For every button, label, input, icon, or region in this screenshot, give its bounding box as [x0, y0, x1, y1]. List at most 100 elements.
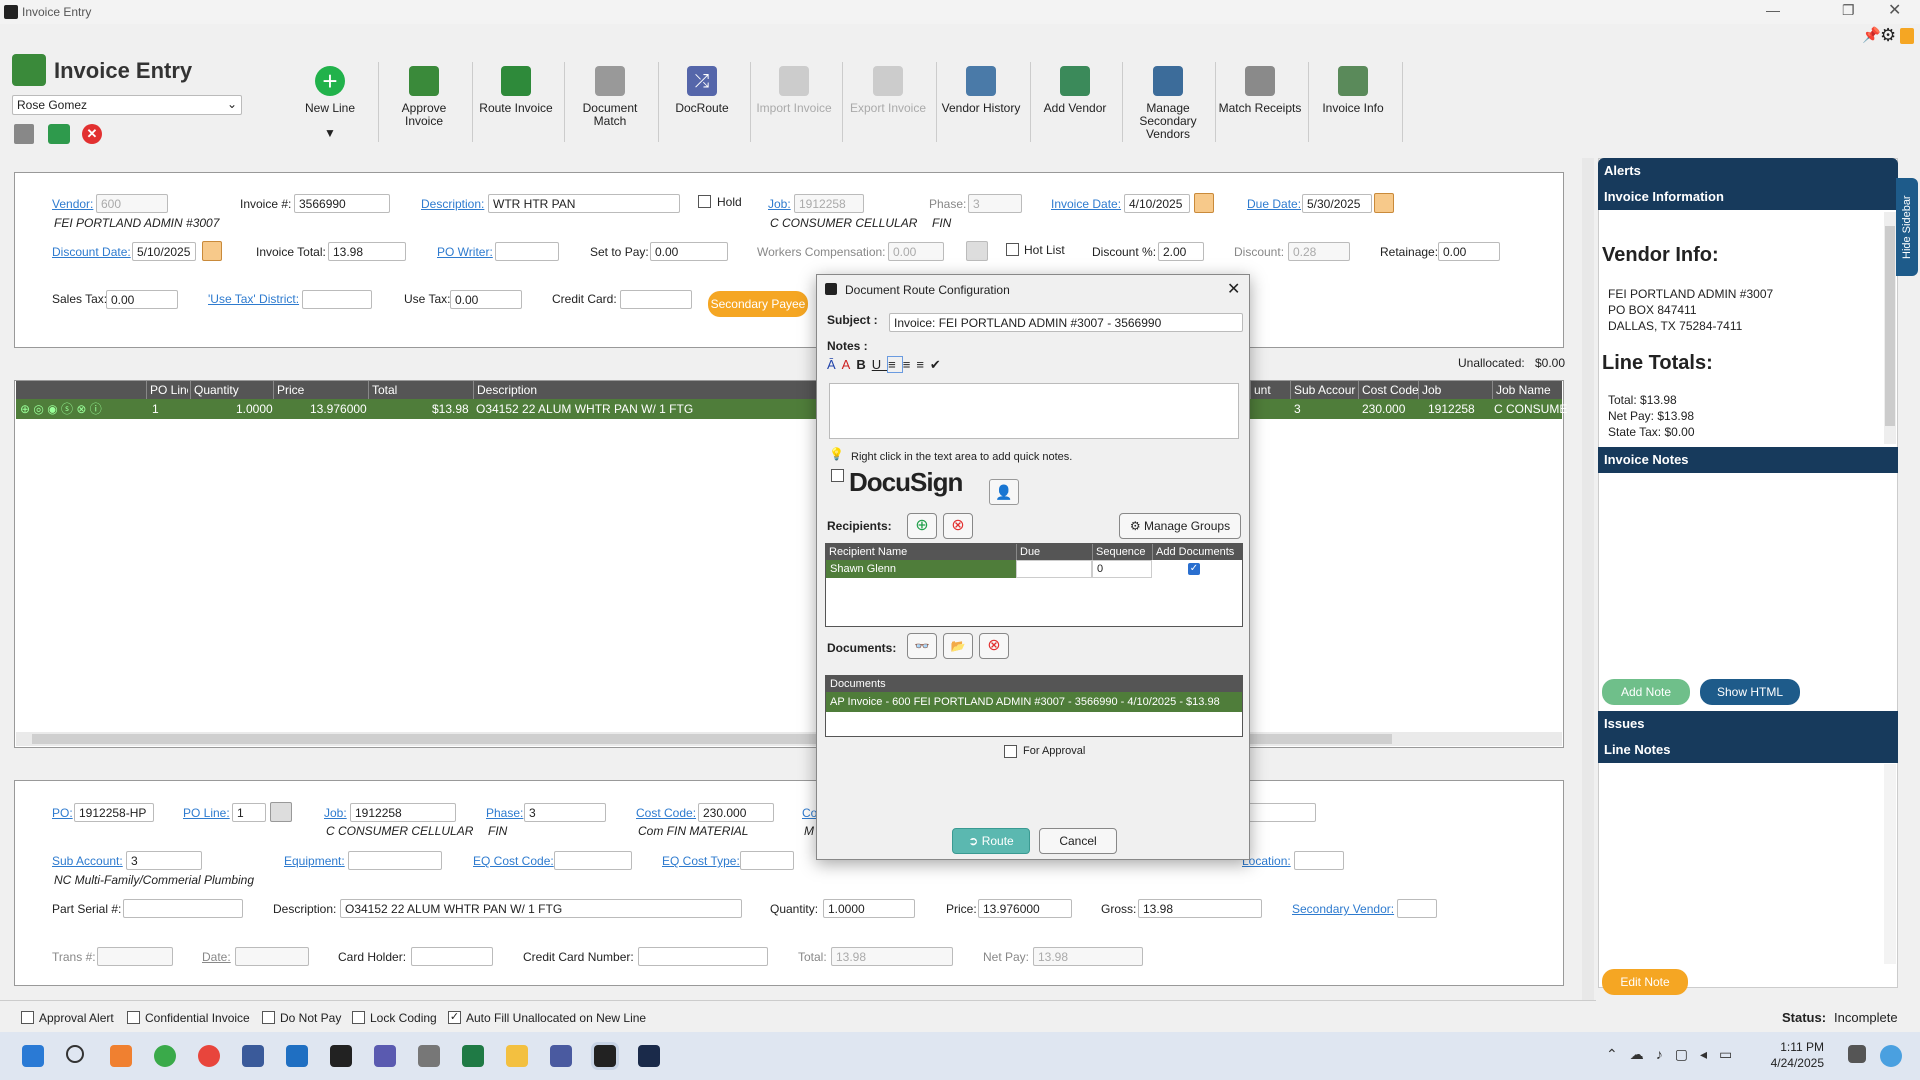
- maximize-icon[interactable]: ❐: [1842, 2, 1855, 19]
- description-input[interactable]: WTR HTR PAN: [488, 194, 680, 213]
- calendar-icon[interactable]: [1194, 193, 1214, 213]
- route-invoice-button[interactable]: Route Invoice: [470, 62, 562, 154]
- line-notes-scrollbar[interactable]: [1884, 764, 1896, 964]
- excel-icon[interactable]: [462, 1045, 484, 1067]
- po-line-label[interactable]: PO Line:: [183, 806, 230, 820]
- recipient-due-cell[interactable]: [1016, 560, 1092, 578]
- recipient-sequence-cell[interactable]: 0: [1092, 560, 1152, 578]
- clock-time[interactable]: 1:11 PM: [1764, 1040, 1824, 1054]
- lookup-icon[interactable]: [270, 802, 292, 822]
- match-receipts-button[interactable]: Match Receipts: [1214, 62, 1306, 154]
- manage-groups-button[interactable]: ⚙ Manage Groups: [1119, 513, 1241, 539]
- price-input[interactable]: 13.976000: [978, 899, 1072, 918]
- quantity-input[interactable]: 1.0000: [823, 899, 915, 918]
- calculator-icon[interactable]: [966, 241, 988, 261]
- minimize-icon[interactable]: —: [1766, 2, 1780, 18]
- po-label[interactable]: PO:: [52, 806, 73, 820]
- hide-sidebar-tab[interactable]: Hide Sidebar: [1896, 178, 1918, 276]
- line-notes-header[interactable]: Line Notes: [1598, 737, 1898, 763]
- job-input[interactable]: 1912258: [794, 194, 864, 213]
- add-documents-checkbox[interactable]: ✓: [1188, 563, 1200, 575]
- detail-job-label[interactable]: Job:: [324, 806, 347, 820]
- secondary-vendor-label[interactable]: Secondary Vendor:: [1292, 902, 1394, 916]
- discount-pct-input[interactable]: 2.00: [1158, 242, 1204, 261]
- chrome-icon[interactable]: [198, 1045, 220, 1067]
- open-folder-button[interactable]: 📂: [943, 633, 973, 659]
- eq-cost-code-input[interactable]: [554, 851, 632, 870]
- due-date-input[interactable]: 5/30/2025: [1302, 194, 1372, 213]
- show-html-button[interactable]: Show HTML: [1700, 679, 1800, 705]
- calculator-icon[interactable]: [418, 1045, 440, 1067]
- add-recipient-button[interactable]: ⊕: [907, 513, 937, 539]
- notes-textarea[interactable]: [829, 383, 1239, 439]
- remove-document-button[interactable]: ⊗: [979, 633, 1009, 659]
- remove-recipient-button[interactable]: ⊗: [943, 513, 973, 539]
- taskbar-app-icon[interactable]: [242, 1045, 264, 1067]
- close-icon[interactable]: ✕: [1227, 279, 1240, 299]
- document-match-button[interactable]: Document Match: [564, 62, 656, 154]
- po-input[interactable]: 1912258-HP: [74, 803, 154, 822]
- description-label[interactable]: Description:: [421, 197, 484, 211]
- eq-cost-type-input[interactable]: [740, 851, 794, 870]
- recipient-name-cell[interactable]: Shawn Glenn: [826, 560, 1016, 578]
- trans-input[interactable]: [97, 947, 173, 966]
- manage-secondary-vendors-button[interactable]: Manage Secondary Vendors: [1122, 62, 1214, 154]
- job-label[interactable]: Job:: [768, 197, 791, 211]
- sidebar-scrollbar[interactable]: [1884, 212, 1896, 444]
- add-vendor-button[interactable]: Add Vendor: [1029, 62, 1121, 154]
- detail-phase-label[interactable]: Phase:: [486, 806, 523, 820]
- approval-alert-checkbox[interactable]: [21, 1011, 34, 1024]
- sales-tax-input[interactable]: 0.00: [106, 290, 178, 309]
- docroute-button[interactable]: ⤮ DocRoute: [656, 62, 748, 154]
- new-line-button[interactable]: + New Line ▼: [284, 62, 376, 154]
- taskbar-app-icon[interactable]: [110, 1045, 132, 1067]
- spellcheck-icon[interactable]: ✔: [930, 357, 947, 372]
- taskbar-app-icon[interactable]: [550, 1045, 572, 1067]
- notification-icon[interactable]: [1848, 1045, 1866, 1063]
- invoice-notes-header[interactable]: Invoice Notes: [1598, 447, 1898, 473]
- col-total[interactable]: Total: [368, 381, 473, 399]
- col-job[interactable]: Job: [1418, 381, 1498, 399]
- cost-code-label[interactable]: Cost Code:: [636, 806, 696, 820]
- pin-icon[interactable]: 📌: [1862, 26, 1881, 44]
- invoice-date-input[interactable]: 4/10/2025: [1124, 194, 1190, 213]
- secondary-payee-button[interactable]: Secondary Payee: [708, 291, 808, 317]
- col-due[interactable]: Due: [1016, 544, 1092, 560]
- cost-code-input[interactable]: 230.000: [698, 803, 774, 822]
- detail-net-pay-input[interactable]: 13.98: [1033, 947, 1143, 966]
- invoice-date-label[interactable]: Invoice Date:: [1051, 197, 1121, 211]
- import-invoice-button[interactable]: Import Invoice: [748, 62, 840, 154]
- date-input[interactable]: [235, 947, 309, 966]
- user-icon[interactable]: 👤: [989, 479, 1019, 505]
- discount-date-label[interactable]: Discount Date:: [52, 245, 131, 259]
- close-icon[interactable]: ✕: [1888, 0, 1901, 20]
- col-description[interactable]: Description: [473, 381, 833, 399]
- main-scrollbar[interactable]: [1582, 158, 1594, 1000]
- col-po-line[interactable]: PO Line: [146, 381, 188, 399]
- table-row[interactable]: ⊕ ◎ ◉ ⓢ ⊗ ⓘ 1 1.0000 13.976000 $13.98 O3…: [16, 399, 1567, 419]
- hold-checkbox[interactable]: [698, 195, 711, 208]
- system-tray-icons[interactable]: ⌃☁♪▢◂▭: [1606, 1046, 1744, 1063]
- alerts-header[interactable]: Alerts: [1598, 158, 1898, 184]
- date-label[interactable]: Date:: [202, 950, 231, 964]
- search-icon[interactable]: [66, 1045, 84, 1063]
- underline-icon[interactable]: U: [872, 357, 887, 372]
- discount-input[interactable]: 0.28: [1288, 242, 1350, 261]
- part-serial-input[interactable]: [123, 899, 243, 918]
- clock-date[interactable]: 4/24/2025: [1764, 1056, 1824, 1070]
- issues-header[interactable]: Issues: [1598, 711, 1898, 737]
- copilot-icon[interactable]: [1880, 1045, 1902, 1067]
- sub-account-label[interactable]: Sub Account:: [52, 854, 123, 868]
- invoice-info-button[interactable]: Invoice Info: [1307, 62, 1399, 154]
- gear-icon[interactable]: ⚙: [1880, 25, 1896, 46]
- spc-icon[interactable]: [330, 1045, 352, 1067]
- add-note-button[interactable]: Add Note: [1602, 679, 1690, 705]
- po-writer-input[interactable]: [495, 242, 559, 261]
- discount-date-input[interactable]: 5/10/2025: [132, 242, 196, 261]
- warning-icon[interactable]: [1900, 28, 1914, 44]
- cancel-button[interactable]: Cancel: [1039, 828, 1117, 854]
- sub-account-input[interactable]: 3: [126, 851, 202, 870]
- bold-icon[interactable]: B: [856, 357, 871, 372]
- detail-phase-input[interactable]: 3: [524, 803, 606, 822]
- col-price[interactable]: Price: [273, 381, 368, 399]
